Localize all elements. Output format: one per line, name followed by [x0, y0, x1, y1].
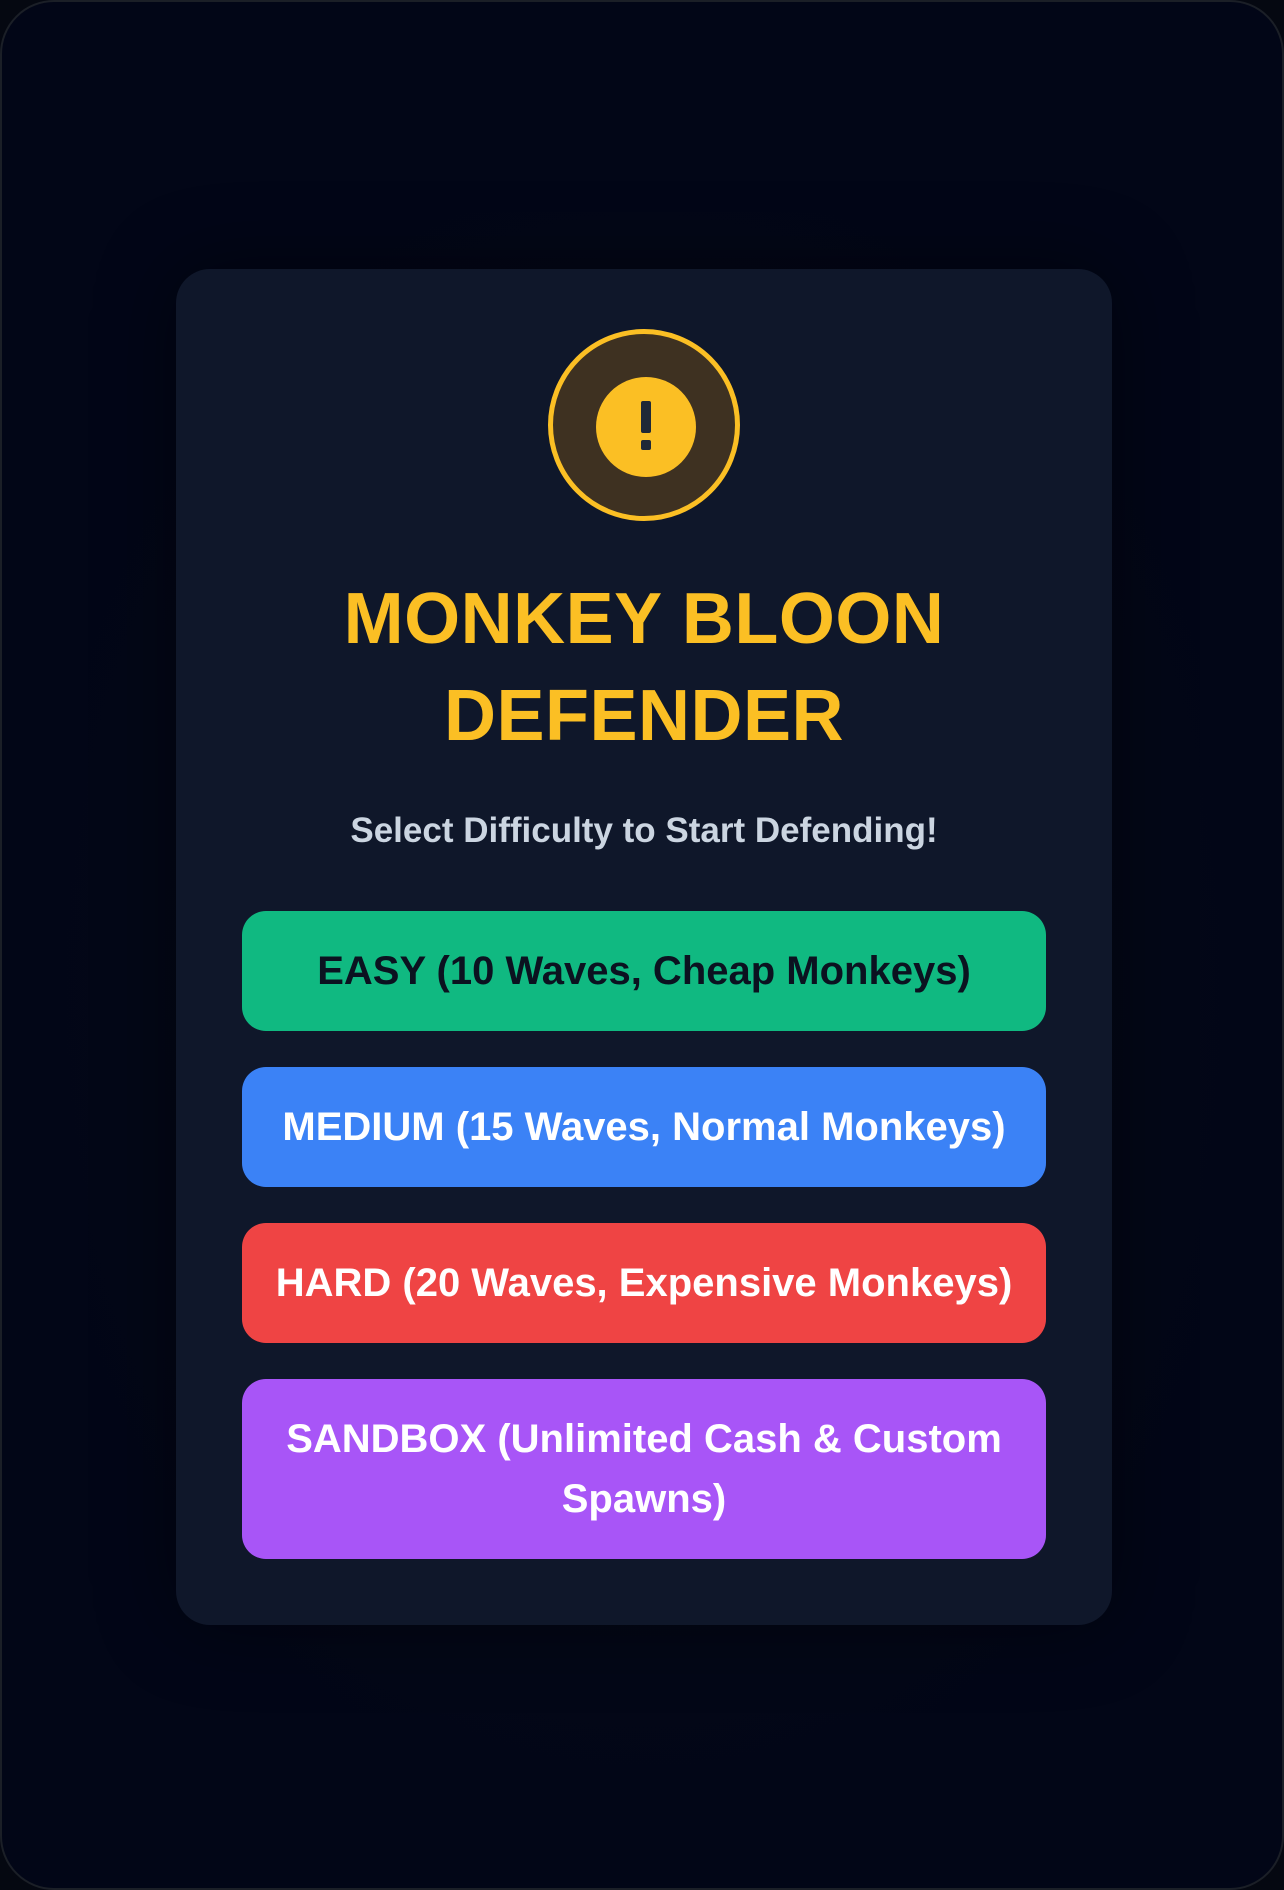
hard-difficulty-label: HARD (20 Waves, Expensive Monkeys)	[275, 1261, 1013, 1305]
game-title-line-2: DEFENDER	[443, 676, 845, 756]
sandbox-difficulty-label: SANDBOX (Unlimited Cash & Custom Spawns)	[286, 1417, 1002, 1521]
easy-difficulty-button[interactable]: EASY (10 Waves, Cheap Monkeys)	[242, 911, 1046, 1031]
sandbox-difficulty-button[interactable]: SANDBOX (Unlimited Cash & Custom Spawns)	[242, 1379, 1046, 1559]
medium-difficulty-button[interactable]: MEDIUM (15 Waves, Normal Monkeys)	[242, 1067, 1046, 1187]
hard-difficulty-button[interactable]: HARD (20 Waves, Expensive Monkeys)	[242, 1223, 1046, 1343]
warning-exclamation-icon	[596, 377, 696, 477]
medium-difficulty-label: MEDIUM (15 Waves, Normal Monkeys)	[282, 1105, 1006, 1149]
app-screen: MONKEY BLOON DEFENDER Select Difficulty …	[0, 0, 1284, 1890]
difficulty-select-card: MONKEY BLOON DEFENDER Select Difficulty …	[176, 269, 1112, 1625]
game-title: MONKEY BLOON DEFENDER	[176, 571, 1112, 765]
warning-badge	[548, 329, 740, 521]
game-title-line-1: MONKEY BLOON	[343, 579, 945, 659]
difficulty-prompt: Select Difficulty to Start Defending!	[350, 811, 938, 850]
easy-difficulty-label: EASY (10 Waves, Cheap Monkeys)	[317, 949, 971, 993]
